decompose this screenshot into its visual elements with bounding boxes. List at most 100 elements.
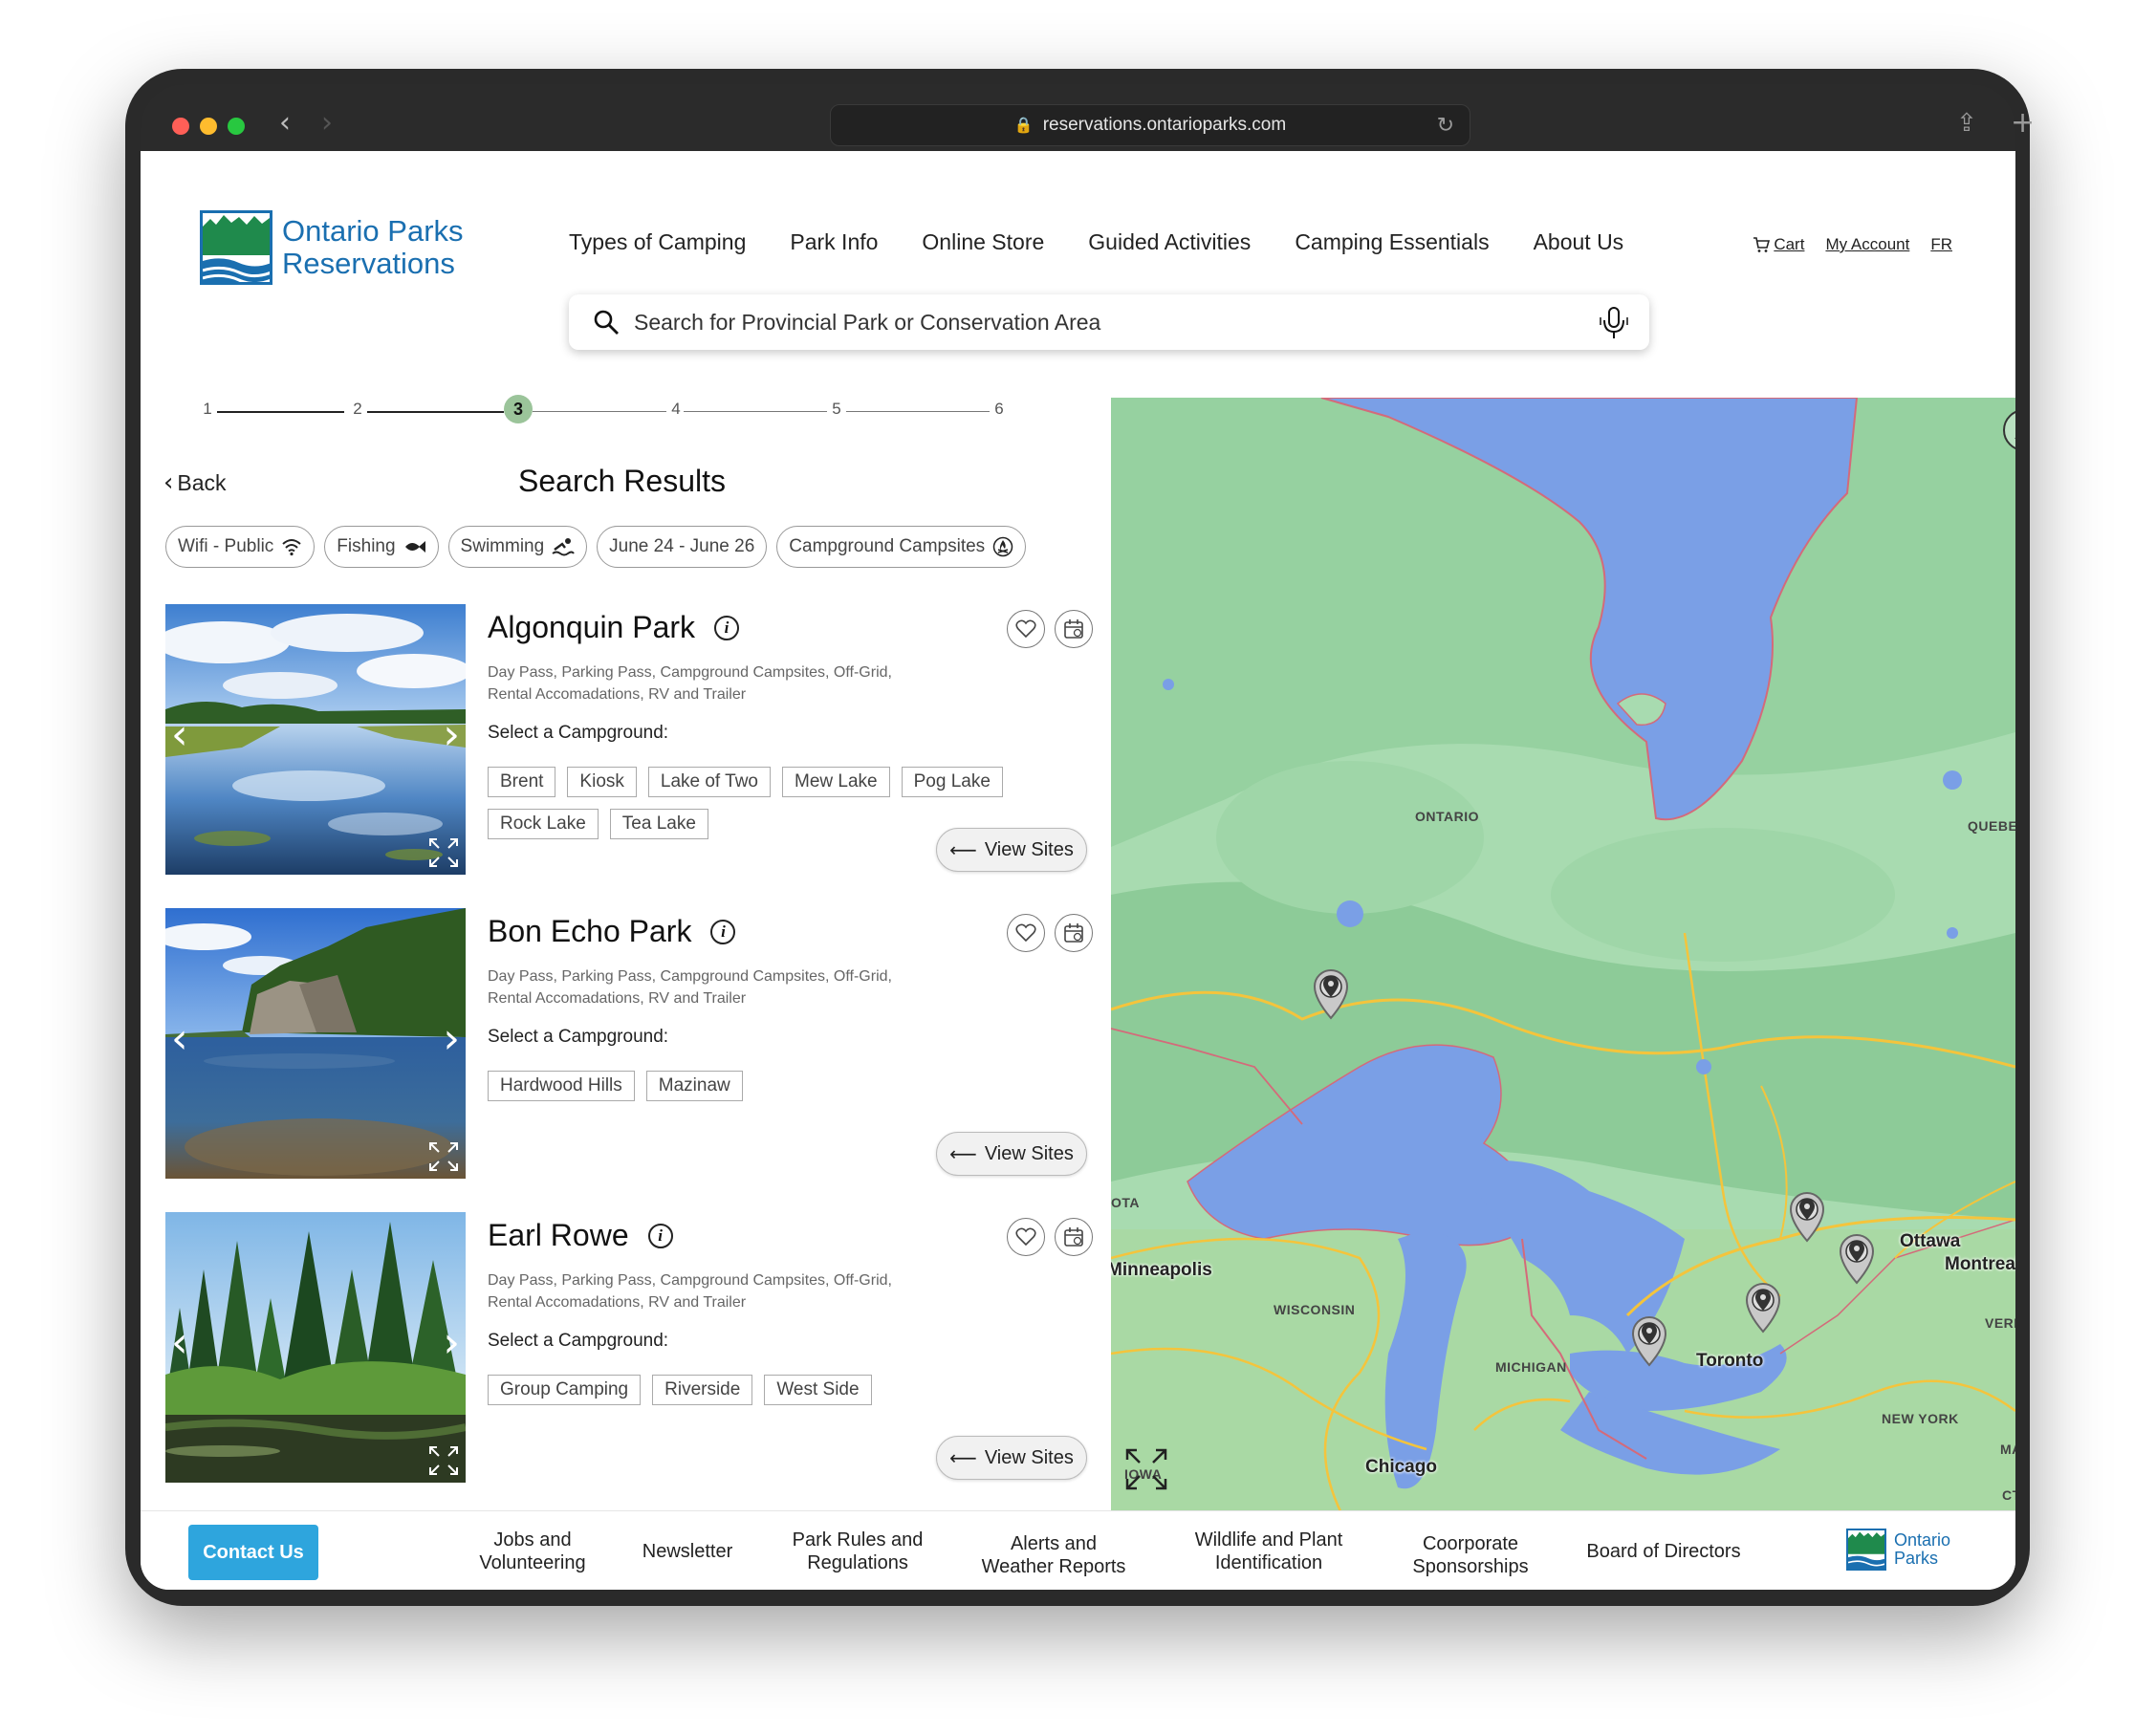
search-input[interactable] [634,309,1552,336]
footer-link-board[interactable]: Board of Directors [1573,1540,1754,1563]
campground-option[interactable]: Kiosk [567,767,637,797]
microphone-icon[interactable] [1600,306,1628,340]
nav-online-store[interactable]: Online Store [922,229,1044,255]
campground-option[interactable]: Mew Lake [782,767,890,797]
photo-prev-icon[interactable]: ‹ [171,1322,188,1364]
info-icon[interactable]: i [647,1223,673,1248]
photo-next-icon[interactable]: › [443,1018,460,1060]
map-city-label: Chicago [1365,1457,1437,1477]
expand-photo-icon[interactable] [427,1444,460,1477]
ontario-parks-logo[interactable]: Ontario Parks Reservations [200,210,464,285]
filter-chip-wifi[interactable]: Wifi - Public [165,526,316,568]
park-card-earl-rowe: ‹ › Earl Rowe i Day Pass, Parking Pass, … [165,1212,1122,1483]
share-icon[interactable]: ⇪ [1956,111,1977,136]
address-bar[interactable]: 🔒 reservations.ontarioparks.com ↻ [830,104,1470,146]
map-pin-icon[interactable] [1741,1280,1785,1334]
cart-icon [1753,237,1771,252]
photo-prev-icon[interactable]: ‹ [171,1018,188,1060]
close-window-button[interactable] [172,118,189,135]
browser-back-icon[interactable]: ‹ [279,109,291,138]
footer-link-jobs[interactable]: Jobs and Volunteering [466,1529,599,1574]
compass-icon[interactable] [2003,409,2015,451]
map-pin-icon[interactable] [1627,1313,1671,1367]
view-sites-button[interactable]: ⟵ View Sites [936,828,1087,872]
step-5[interactable]: 5 [827,400,846,419]
reload-icon[interactable]: ↻ [1437,113,1454,138]
maximize-window-button[interactable] [228,118,245,135]
footer-link-alerts[interactable]: Alerts and Weather Reports [972,1532,1135,1578]
footer-link-label: Newsletter [642,1541,733,1562]
cart-link[interactable]: Cart [1753,235,1804,254]
calendar-button[interactable] [1055,914,1093,952]
map-pin-icon[interactable] [1309,966,1353,1020]
filter-chip-dates[interactable]: June 24 - June 26 [597,526,768,568]
footer-link-sponsorships[interactable]: Coorporate Sponsorships [1399,1532,1542,1578]
nav-camping-essentials[interactable]: Camping Essentials [1295,229,1489,255]
info-icon[interactable]: i [710,919,736,944]
campground-option[interactable]: Hardwood Hills [488,1071,635,1101]
nav-guided-activities[interactable]: Guided Activities [1088,229,1251,255]
browser-forward-icon[interactable]: › [321,109,333,138]
park-name[interactable]: Bon Echo Park [488,914,691,949]
arrow-left-icon: ⟵ [949,1142,977,1165]
nav-types-of-camping[interactable]: Types of Camping [569,229,746,255]
favorite-button[interactable] [1007,1218,1045,1256]
filter-chip-campsites[interactable]: Campground Campsites [776,526,1027,568]
select-campground-label: Select a Campground: [488,723,669,743]
footer-link-newsletter[interactable]: Newsletter [630,1540,745,1563]
search-icon[interactable] [592,308,621,336]
photo-next-icon[interactable]: › [443,714,460,756]
contact-us-button[interactable]: Contact Us [188,1525,318,1580]
campground-option[interactable]: Rock Lake [488,809,599,839]
my-account-link[interactable]: My Account [1825,235,1909,254]
nav-park-info[interactable]: Park Info [790,229,878,255]
step-2[interactable]: 2 [348,400,367,419]
map-city-label: Ottawa [1900,1231,1961,1251]
campground-option[interactable]: Mazinaw [645,1071,743,1101]
filter-chip-swimming[interactable]: Swimming [447,526,588,568]
expand-photo-icon[interactable] [427,836,460,869]
campground-option[interactable]: Pog Lake [901,767,1003,797]
footer-logo[interactable]: Ontario Parks [1845,1529,1950,1571]
filter-chip-fishing[interactable]: Fishing [324,526,439,568]
info-icon[interactable]: i [714,615,740,640]
new-tab-icon[interactable]: + [2011,109,2035,138]
step-6[interactable]: 6 [990,400,1009,419]
language-toggle[interactable]: FR [1930,235,1952,254]
map-pin-icon[interactable] [1785,1189,1829,1243]
back-button[interactable]: ‹ Back [163,468,227,497]
park-photo[interactable]: ‹ › [165,1212,466,1483]
campground-option[interactable]: Group Camping [488,1375,642,1405]
calendar-button[interactable] [1055,1218,1093,1256]
expand-photo-icon[interactable] [427,1140,460,1173]
photo-prev-icon[interactable]: ‹ [171,714,188,756]
park-photo[interactable]: ‹ › [165,908,466,1179]
campground-option[interactable]: Tea Lake [609,809,708,839]
map-pin-icon[interactable] [1835,1231,1879,1285]
map-region-label: QUEBEC [1968,818,2015,834]
select-campground-label: Select a Campground: [488,1331,669,1351]
park-name[interactable]: Earl Rowe [488,1218,629,1253]
expand-map-icon[interactable] [1123,1446,1169,1492]
footer-link-wildlife[interactable]: Wildlife and Plant Identification [1173,1529,1364,1574]
nav-about-us[interactable]: About Us [1534,229,1624,255]
step-1[interactable]: 1 [198,400,217,419]
park-photo[interactable]: ‹ › [165,604,466,875]
favorite-button[interactable] [1007,914,1045,952]
view-sites-button[interactable]: ⟵ View Sites [936,1436,1087,1480]
calendar-button[interactable] [1055,610,1093,648]
step-3-current[interactable]: 3 [504,395,533,423]
park-name[interactable]: Algonquin Park [488,610,695,645]
calendar-icon [1064,923,1083,943]
park-map[interactable]: ONTARIO QUEBEC WISCONSIN MICHIGAN NEW YO… [1111,398,2015,1511]
favorite-button[interactable] [1007,610,1045,648]
view-sites-button[interactable]: ⟵ View Sites [936,1132,1087,1176]
photo-next-icon[interactable]: › [443,1322,460,1364]
footer-link-park-rules[interactable]: Park Rules and Regulations [781,1529,934,1574]
campground-option[interactable]: West Side [764,1375,872,1405]
campground-option[interactable]: Brent [488,767,556,797]
campground-option[interactable]: Lake of Two [647,767,771,797]
step-4[interactable]: 4 [666,400,686,419]
campground-option[interactable]: Riverside [652,1375,753,1405]
minimize-window-button[interactable] [200,118,217,135]
